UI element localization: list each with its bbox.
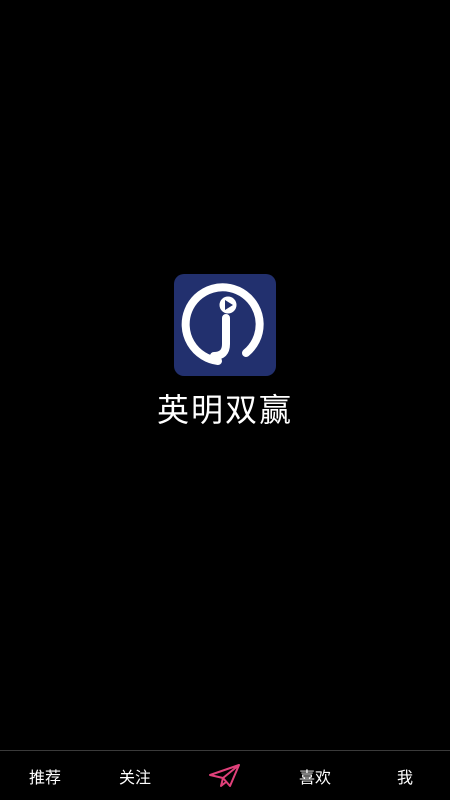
bottom-tab-bar: 推荐 关注 喜欢 我 — [0, 750, 450, 800]
tab-recommend[interactable]: 推荐 — [0, 751, 90, 800]
j-play-logo-icon — [181, 283, 264, 365]
tab-follow[interactable]: 关注 — [90, 751, 180, 800]
app-logo — [174, 274, 276, 376]
splash-screen: 英明双赢 推荐 关注 喜欢 我 — [0, 0, 450, 800]
app-name: 英明双赢 — [156, 391, 293, 429]
tab-publish[interactable] — [180, 751, 270, 800]
paper-plane-icon — [209, 763, 240, 787]
splash-content: 英明双赢 — [0, 274, 450, 430]
tab-me[interactable]: 我 — [360, 751, 450, 800]
tab-likes[interactable]: 喜欢 — [270, 751, 360, 800]
